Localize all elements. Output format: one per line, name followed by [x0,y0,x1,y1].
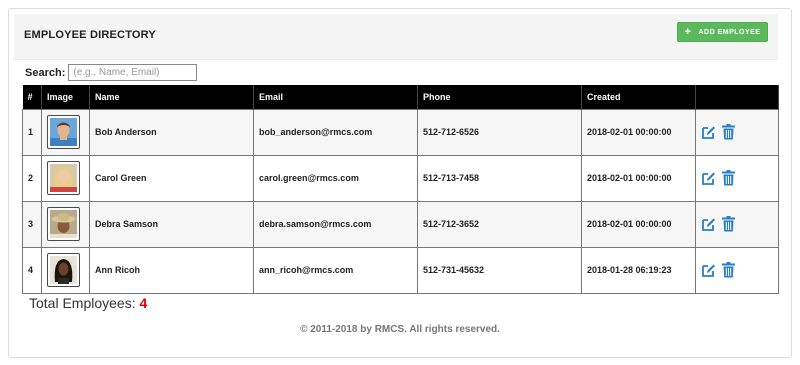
employee-email: ann_ricoh@rmcs.com [253,246,418,294]
employee-created: 2018-02-01 00:00:00 [581,200,696,248]
edit-icon[interactable] [701,217,716,232]
trash-icon[interactable] [722,216,735,232]
employee-name: Debra Samson [89,200,254,248]
employee-email: bob_anderson@rmcs.com [253,108,418,156]
avatar [47,253,80,287]
employee-table: # Image Name Email Phone Created 1 Bob A… [22,85,779,294]
woman-dark-hair-avatar-icon [50,256,77,284]
column-header-created: Created [581,85,696,109]
row-number: 3 [22,200,42,248]
page-title: EMPLOYEE DIRECTORY [24,29,156,41]
trash-icon[interactable] [722,262,735,278]
trash-icon[interactable] [722,170,735,186]
employee-name: Bob Anderson [89,108,254,156]
column-header-name: Name [89,85,254,109]
column-header-email: Email [253,85,418,109]
man-blue-shirt-avatar-icon [50,118,77,146]
plus-icon: + [684,25,692,38]
column-header-actions [695,85,779,109]
table-row: 4 Ann Ricoh ann_ricoh@rmcs.com 512-731-4… [22,246,779,294]
copyright-footer: © 2011-2018 by RMCS. All rights reserved… [300,324,500,335]
woman-hat-avatar-icon [50,210,77,238]
edit-icon[interactable] [701,125,716,140]
employee-phone: 512-713-7458 [417,154,582,202]
row-number: 2 [22,154,42,202]
column-header-number: # [22,85,42,109]
column-header-phone: Phone [417,85,582,109]
avatar-cell [41,108,90,156]
avatar [47,115,80,149]
employee-email: debra.samson@rmcs.com [253,200,418,248]
actions-cell [695,154,779,202]
woman-blonde-avatar-icon [50,164,77,192]
search-input[interactable] [68,64,198,81]
total-employees-label: Total Employees: [29,295,136,311]
total-employees-count: 4 [139,295,148,311]
row-number: 1 [22,108,42,156]
employee-phone: 512-712-6526 [417,108,582,156]
employee-created: 2018-02-01 00:00:00 [581,108,696,156]
employee-email: carol.green@rmcs.com [253,154,418,202]
column-header-image: Image [41,85,90,109]
table-row: 3 Debra Samson debra.samson@rmcs.com 512… [22,200,779,248]
add-employee-label: ADD EMPLOYEE [698,28,761,36]
edit-icon[interactable] [701,263,716,278]
avatar-cell [41,154,90,202]
table-row: 2 Carol Green carol.green@rmcs.com 512-7… [22,154,779,202]
employee-phone: 512-712-3652 [417,200,582,248]
avatar [47,207,80,241]
edit-icon[interactable] [701,171,716,186]
row-number: 4 [22,246,42,294]
employee-name: Carol Green [89,154,254,202]
trash-icon[interactable] [722,124,735,140]
avatar [47,161,80,195]
employee-name: Ann Ricoh [89,246,254,294]
avatar-cell [41,246,90,294]
add-employee-button[interactable]: + ADD EMPLOYEE [677,22,768,42]
table-header-row: # Image Name Email Phone Created [22,85,779,109]
employee-created: 2018-01-28 06:19:23 [581,246,696,294]
employee-created: 2018-02-01 00:00:00 [581,154,696,202]
table-row: 1 Bob Anderson bob_anderson@rmcs.com 512… [22,108,779,156]
directory-header: EMPLOYEE DIRECTORY + ADD EMPLOYEE [14,14,778,60]
search-bar: Search: [25,64,198,81]
actions-cell [695,200,779,248]
search-label: Search: [25,66,66,79]
actions-cell [695,108,779,156]
total-employees: Total Employees: 4 [29,295,147,311]
employee-phone: 512-731-45632 [417,246,582,294]
avatar-cell [41,200,90,248]
actions-cell [695,246,779,294]
